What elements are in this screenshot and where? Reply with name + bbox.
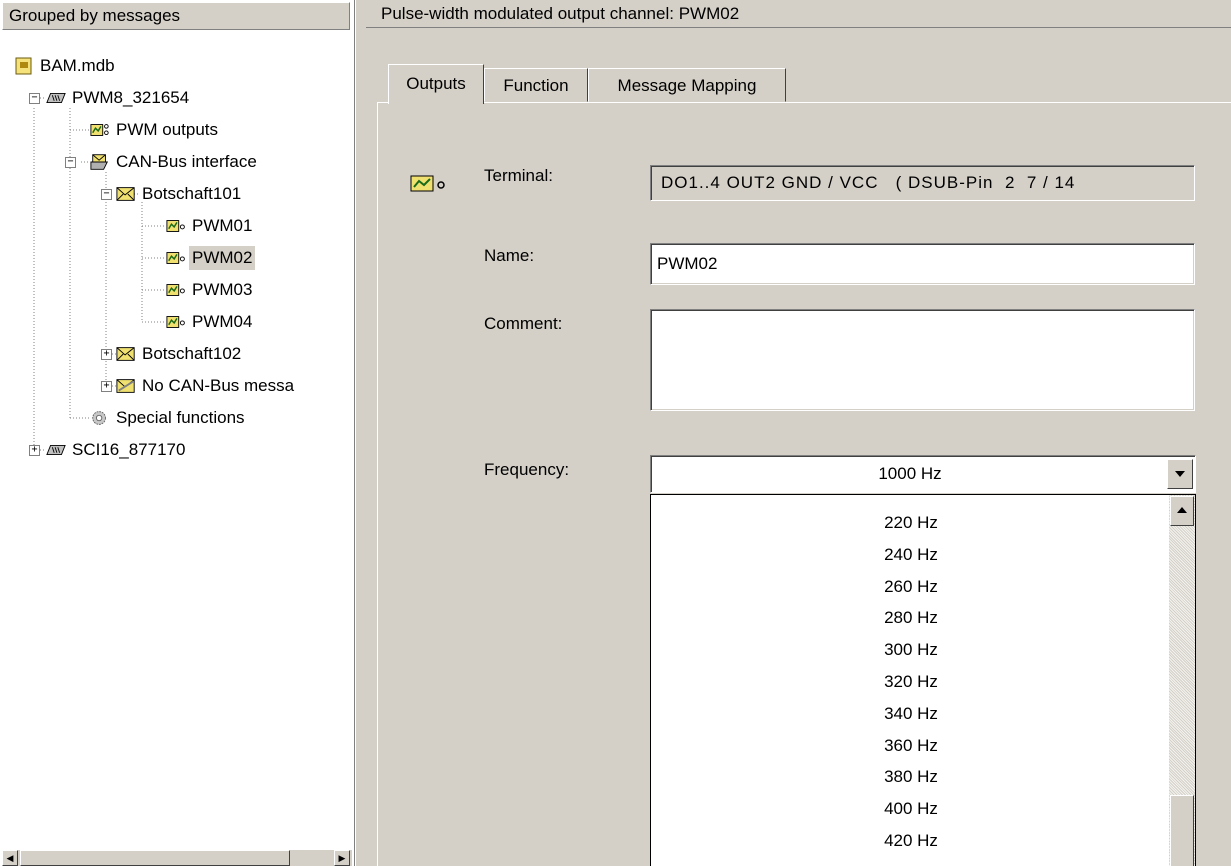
- dropdown-scroll-thumb[interactable]: [1170, 795, 1194, 866]
- terminal-label: Terminal:: [484, 166, 553, 185]
- tree-node-pwm04[interactable]: PWM04: [166, 309, 255, 335]
- tree-node-pwm03[interactable]: PWM03: [166, 277, 255, 303]
- tree-node-pwm02[interactable]: PWM02: [166, 245, 256, 271]
- scroll-up-button[interactable]: [1170, 496, 1194, 526]
- no-message-icon: [116, 379, 135, 393]
- frequency-dropdown-list[interactable]: 220 Hz 240 Hz 260 Hz 280 Hz 300 Hz 320 H…: [650, 494, 1196, 866]
- scroll-right-button[interactable]: ▶: [334, 850, 350, 866]
- frequency-option[interactable]: 220 Hz: [651, 507, 1171, 539]
- expand-toggle-botschaft102[interactable]: +: [101, 349, 112, 360]
- can-interface-icon: [90, 154, 109, 170]
- pwm-channel-icon: [166, 316, 185, 328]
- collapse-toggle-botschaft101[interactable]: −: [101, 189, 112, 200]
- dropdown-vertical-scrollbar[interactable]: [1169, 495, 1195, 866]
- pwm-output-icon: [410, 175, 445, 192]
- module-icon: [46, 445, 66, 455]
- tab-outputs[interactable]: Outputs: [388, 64, 484, 104]
- frequency-selected-value: 1000 Hz: [878, 464, 942, 483]
- tree-node-pwm-outputs[interactable]: PWM outputs: [90, 117, 221, 143]
- terminal-value: DO1..4 OUT2 GND / VCC ( DSUB-Pin 2 7 / 1…: [650, 165, 1195, 201]
- scroll-thumb[interactable]: [20, 850, 290, 866]
- gear-icon: [92, 411, 106, 425]
- tree-node-pwm01[interactable]: PWM01: [166, 213, 255, 239]
- tab-function[interactable]: Function: [484, 68, 588, 102]
- name-label: Name:: [484, 246, 535, 265]
- scroll-left-button[interactable]: ◀: [2, 850, 18, 866]
- chevron-down-icon: [1175, 471, 1185, 477]
- frequency-option[interactable]: 260 Hz: [651, 571, 1171, 603]
- tree-node-db[interactable]: BAM.mdb: [14, 53, 118, 79]
- frequency-option[interactable]: 400 Hz: [651, 793, 1171, 825]
- frequency-label: Frequency:: [484, 460, 570, 479]
- collapse-toggle-can[interactable]: −: [65, 157, 76, 168]
- frequency-option[interactable]: 240 Hz: [651, 539, 1171, 571]
- frequency-option[interactable]: 340 Hz: [651, 698, 1171, 730]
- frequency-option[interactable]: 280 Hz: [651, 602, 1171, 634]
- expand-toggle-sci16[interactable]: +: [29, 445, 40, 456]
- tree-node-no-can[interactable]: No CAN-Bus messa: [116, 373, 297, 399]
- tree-horizontal-scrollbar[interactable]: ◀ ▶: [2, 850, 352, 866]
- chevron-up-icon: [1177, 507, 1187, 513]
- selected-node-label: PWM02: [189, 246, 256, 270]
- tree-node-special[interactable]: Special functions: [90, 405, 248, 431]
- pwm-channel-icon: [166, 220, 185, 232]
- tree-pane: Grouped by messages − − − + + + BAM.mdb …: [0, 0, 355, 866]
- pwm-outputs-icon: [90, 124, 109, 136]
- frequency-option[interactable]: 300 Hz: [651, 634, 1171, 666]
- pwm-channel-icon: [166, 252, 185, 264]
- tree-node-sci16[interactable]: SCI16_877170: [46, 437, 188, 463]
- pwm-channel-icon: [166, 284, 185, 296]
- collapse-toggle-pwm8[interactable]: −: [29, 93, 40, 104]
- panel-title: Pulse-width modulated output channel: PW…: [366, 0, 1231, 28]
- frequency-option[interactable]: 360 Hz: [651, 730, 1171, 762]
- frequency-option[interactable]: 320 Hz: [651, 666, 1171, 698]
- comment-label: Comment:: [484, 314, 563, 333]
- tree-node-can-interface[interactable]: CAN-Bus interface: [90, 149, 260, 175]
- database-icon: [15, 57, 32, 75]
- tree-node-botschaft102[interactable]: Botschaft102: [116, 341, 244, 367]
- tab-message-mapping[interactable]: Message Mapping: [588, 68, 786, 102]
- frequency-option[interactable]: 380 Hz: [651, 761, 1171, 793]
- module-icon: [46, 93, 66, 103]
- message-envelope-icon: [116, 187, 135, 201]
- frequency-option[interactable]: 420 Hz: [651, 825, 1171, 857]
- pane-splitter[interactable]: [355, 0, 366, 866]
- expand-toggle-no-can[interactable]: +: [101, 381, 112, 392]
- frequency-option[interactable]: 440 Hz: [651, 857, 1171, 866]
- comment-field[interactable]: [650, 309, 1195, 411]
- dropdown-arrow-button[interactable]: [1167, 459, 1193, 489]
- tree-node-botschaft101[interactable]: Botschaft101: [116, 181, 244, 207]
- message-envelope-icon: [116, 347, 135, 361]
- name-field[interactable]: PWM02: [650, 243, 1195, 285]
- tree-node-pwm8[interactable]: PWM8_321654: [46, 85, 192, 111]
- frequency-select[interactable]: 1000 Hz: [650, 455, 1196, 493]
